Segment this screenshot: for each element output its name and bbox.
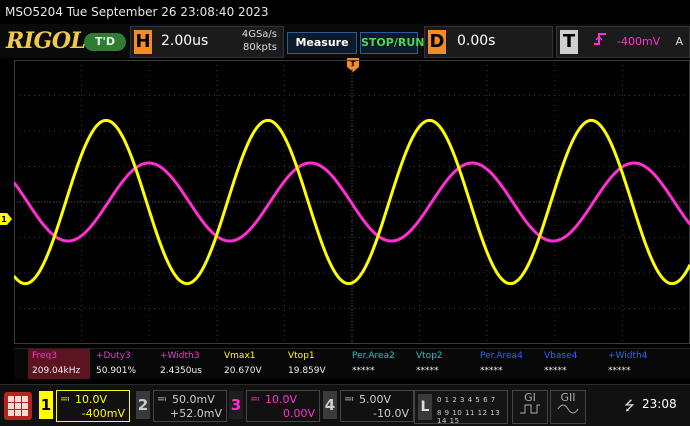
channel-3-panel[interactable]: 3 ≕ 10.0V 0.00V	[226, 388, 320, 422]
dc-coupling-icon: ≕	[250, 394, 260, 405]
dc-coupling-icon: ≕	[344, 394, 354, 405]
measurement-item[interactable]: Per.Area2 *****	[348, 349, 410, 379]
channel-1-offset: -400mV	[81, 407, 125, 420]
trigger-status-badge: T'D	[84, 33, 126, 51]
channel-4-offset: -10.0V	[373, 407, 409, 420]
logic-analyzer-panel[interactable]: L 0 1 2 3 4 5 6 7 8 9 10 11 12 13 14 15	[414, 390, 508, 425]
channel-2-panel[interactable]: 2 ≕ 50.0mV +52.0mV	[133, 388, 227, 422]
channel-2-offset: +52.0mV	[170, 407, 222, 420]
measurement-value: 209.04kHz	[32, 366, 81, 376]
stop-run-button[interactable]: STOP/RUN	[360, 32, 424, 54]
trigger-panel[interactable]: T -400mV A	[556, 26, 690, 58]
trigger-mode: A	[675, 35, 683, 48]
measurement-label: +Duty3	[96, 351, 131, 361]
delay-value: 0.00s	[457, 33, 496, 49]
horizontal-letter: H	[134, 30, 152, 54]
measurement-label: Vbase4	[544, 351, 578, 361]
trigger-letter: T	[560, 30, 578, 54]
channel-4-number: 4	[323, 391, 337, 419]
measurement-item[interactable]: Freq3 209.04kHz	[28, 349, 90, 379]
measure-button[interactable]: Measure	[287, 32, 357, 54]
generator-2-button[interactable]: GII	[550, 390, 586, 424]
rigol-logo: RIGOL	[6, 28, 86, 54]
channel-1-number: 1	[39, 391, 53, 419]
channel-3-offset: 0.00V	[282, 407, 315, 420]
channel-3-scale: 10.0V	[265, 393, 298, 406]
measurement-label: Vtop2	[416, 351, 443, 361]
measurement-label: Vtop1	[288, 351, 315, 361]
sine-wave-icon	[557, 404, 579, 414]
waveform-display[interactable]	[14, 60, 690, 344]
measurement-bar: Freq3 209.04kHz +Duty3 50.901% +Width3 2.4350…	[14, 348, 690, 379]
rising-edge-icon	[593, 32, 607, 50]
measurement-value: *****	[352, 366, 375, 376]
bottom-status-bar: 1 ≕ 10.0V -400mV 2 ≕ 50.0mV +52.0mV 3 ≕ …	[0, 384, 690, 426]
generator-1-button[interactable]: GI	[512, 390, 548, 424]
channel-3-number: 3	[229, 391, 243, 419]
horizontal-delay-panel[interactable]: D 0.00s	[424, 26, 553, 58]
svg-text:1: 1	[1, 215, 7, 224]
square-wave-icon	[520, 404, 540, 414]
measurement-value: 20.670V	[224, 366, 262, 376]
horizontal-timebase-panel[interactable]: H 2.00us 4GSa/s 80kpts	[130, 26, 284, 58]
la-channels-row-2: 8 9 10 11 12 13 14 15	[437, 409, 501, 425]
memory-depth: 80kpts	[243, 42, 277, 53]
measurement-value: *****	[416, 366, 439, 376]
measurement-item[interactable]: Vtop2 *****	[412, 349, 474, 379]
measurement-item[interactable]: Vbase4 *****	[540, 349, 602, 379]
measurement-value: *****	[608, 366, 631, 376]
logic-analyzer-letter: L	[418, 394, 432, 420]
channel-4-scale: 5.00V	[359, 393, 392, 406]
title-text: MSO5204 Tue September 26 23:08:40 2023	[5, 5, 269, 19]
top-toolbar: RIGOL T'D H 2.00us 4GSa/s 80kpts Measure…	[0, 24, 690, 58]
la-channels-row-1: 0 1 2 3 4 5 6 7	[437, 396, 496, 404]
measurement-value: *****	[480, 366, 503, 376]
dc-coupling-icon: ≕	[157, 394, 167, 405]
measurement-value: 50.901%	[96, 366, 137, 376]
measurement-item[interactable]: Per.Area4 *****	[476, 349, 538, 379]
measurement-label: Freq3	[32, 351, 58, 361]
measurement-label: Per.Area4	[480, 351, 523, 361]
channel-1-scale: 10.0V	[75, 393, 108, 406]
timebase-value: 2.00us	[161, 33, 209, 49]
measurement-item[interactable]: Vtop1 19.859V	[284, 349, 346, 379]
usb-icon: ⭍	[624, 399, 635, 414]
sample-rate: 4GSa/s	[241, 29, 277, 40]
measurement-label: Per.Area2	[352, 351, 395, 361]
measurement-label: +Width4	[608, 351, 648, 361]
measurement-label: +Width3	[160, 351, 200, 361]
measurement-value: 2.4350us	[160, 366, 202, 376]
measurement-value: *****	[544, 366, 567, 376]
channel-1-panel[interactable]: 1 ≕ 10.0V -400mV	[36, 388, 130, 422]
main-menu-icon[interactable]	[4, 392, 32, 420]
measurement-value: 19.859V	[288, 366, 326, 376]
measurement-label: Vmax1	[224, 351, 256, 361]
title-bar: MSO5204 Tue September 26 23:08:40 2023	[0, 0, 690, 24]
dc-coupling-icon: ≕	[60, 394, 70, 405]
clock: 23:08	[642, 397, 677, 411]
channel-level-marker[interactable]: 1	[0, 213, 12, 225]
channel-4-panel[interactable]: 4 ≕ 5.00V -10.0V	[320, 388, 414, 422]
channel-2-scale: 50.0mV	[172, 393, 215, 406]
generator-1-label: GI	[524, 391, 536, 404]
measurement-item[interactable]: +Width3 2.4350us	[156, 349, 218, 379]
measurement-item[interactable]: +Width4 *****	[604, 349, 666, 379]
acquisition-info: 4GSa/s 80kpts	[242, 28, 277, 54]
measurement-item[interactable]: Vmax1 20.670V	[220, 349, 282, 379]
channel-2-number: 2	[136, 391, 150, 419]
measurement-item[interactable]: +Duty3 50.901%	[92, 349, 154, 379]
generator-2-label: GII	[560, 391, 576, 404]
delay-letter: D	[428, 30, 446, 54]
trigger-level: -400mV	[617, 35, 661, 48]
